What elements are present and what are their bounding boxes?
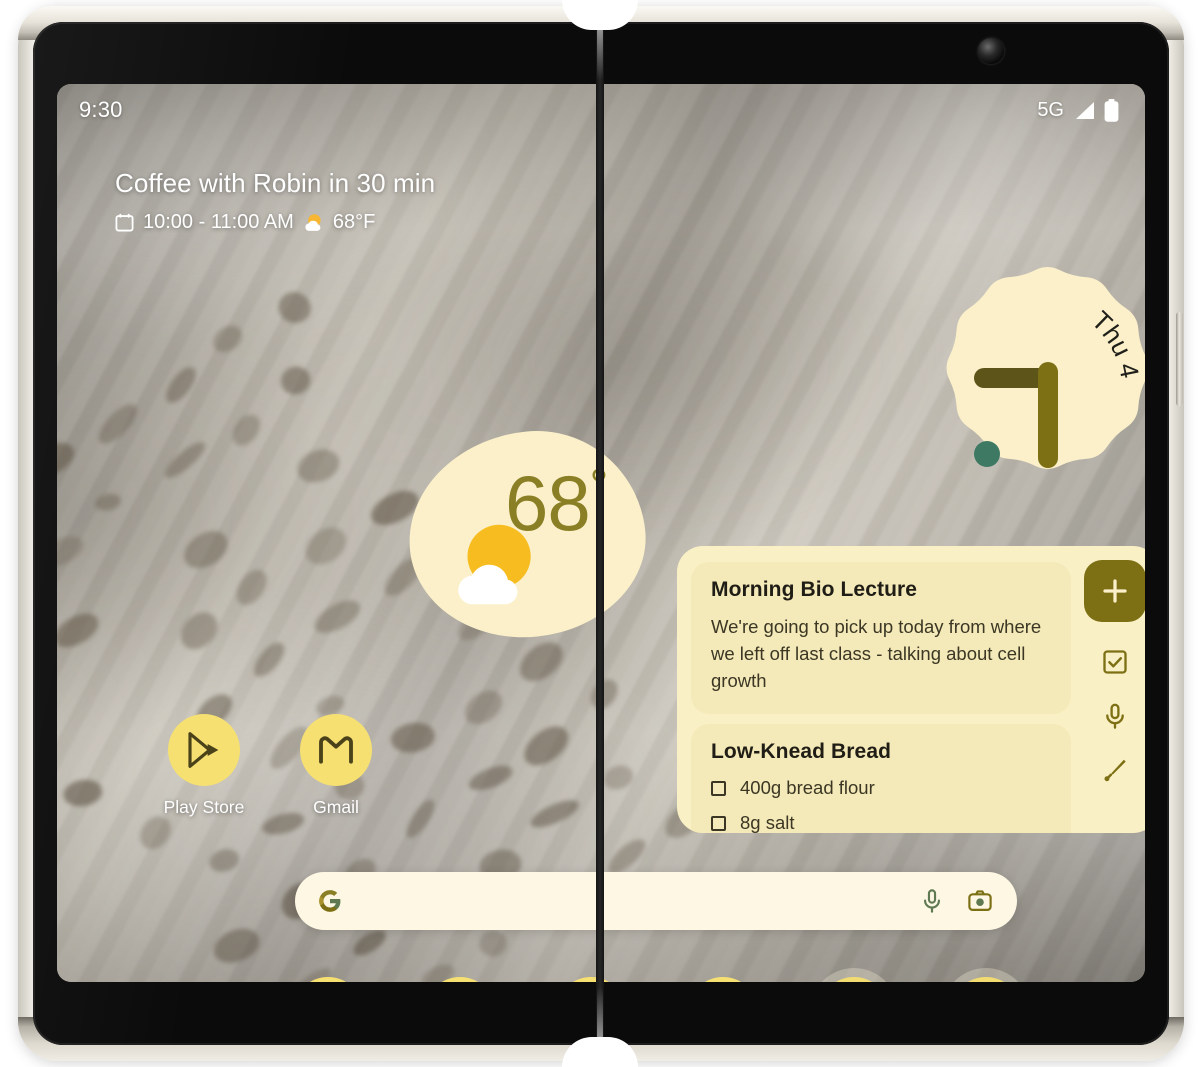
app-icon-background (168, 714, 240, 786)
keep-list-item-label: 8g salt (740, 812, 795, 833)
weather-widget[interactable]: 68° (398, 420, 656, 649)
fold-seam (597, 6, 603, 1061)
keep-note-title: Morning Bio Lecture (711, 578, 918, 601)
glance-temperature: 68°F (332, 211, 376, 233)
keep-list-item[interactable]: 400g bread flour (711, 777, 1051, 799)
keep-list-item[interactable]: 8g salt (711, 812, 1051, 833)
dock-camera[interactable] (687, 977, 758, 982)
keep-list-card[interactable]: Low-Knead Bread 400g bread flour 8g salt (691, 724, 1071, 833)
app-icon-row: Play Store Gmail (149, 714, 391, 818)
sun-cloud-icon (305, 214, 321, 231)
keep-action-rail (1071, 546, 1145, 833)
app-label: Play Store (163, 797, 245, 817)
clock-widget-face: Thu 4 (946, 267, 1145, 469)
battery-full-icon (1104, 98, 1119, 122)
dock-phone[interactable] (293, 977, 363, 982)
checkbox-icon[interactable] (711, 815, 726, 831)
voice-search-icon[interactable] (919, 888, 945, 914)
dock-home[interactable] (950, 977, 1021, 982)
keep-note-card[interactable]: Morning Bio Lecture We're going to pick … (691, 562, 1071, 715)
drawing-note-button[interactable] (1101, 756, 1129, 784)
status-clock: 9:30 (79, 97, 123, 122)
front-camera-icon (978, 38, 1004, 64)
google-lens-icon[interactable] (967, 888, 993, 914)
dock (293, 968, 1021, 982)
clock-second-dot (974, 441, 1000, 467)
google-search-bar[interactable] (295, 872, 1017, 930)
network-type-label: 5G (1037, 98, 1064, 121)
device-root: 9:30 5G Coffee with Robin in 30 min 10:0… (0, 0, 1200, 1067)
clock-widget[interactable]: Thu 4 (936, 262, 1145, 474)
search-input[interactable] (343, 890, 919, 912)
keep-list-item-label: 400g bread flour (740, 777, 875, 799)
checkbox-icon[interactable] (711, 780, 726, 796)
app-play-store[interactable]: Play Store (149, 714, 259, 818)
glance-title: Coffee with Robin in 30 min (115, 168, 436, 198)
keep-list-title: Low-Knead Bread (711, 740, 892, 764)
app-icon-background (300, 714, 372, 786)
keep-notes-widget[interactable]: Morning Bio Lecture We're going to pick … (677, 546, 1145, 833)
at-a-glance-widget[interactable]: Coffee with Robin in 30 min 10:00 - 11:0… (115, 168, 435, 234)
dock-messages[interactable] (424, 977, 495, 982)
app-label: Gmail (313, 797, 359, 817)
new-note-button[interactable] (1084, 560, 1145, 622)
play-store-icon (188, 732, 219, 768)
voice-note-button[interactable] (1101, 702, 1129, 730)
new-list-button[interactable] (1101, 648, 1129, 676)
google-g-icon (319, 890, 341, 912)
keep-note-body: We're going to pick up today from where … (711, 616, 1042, 691)
sun-behind-cloud-icon (458, 524, 531, 605)
dock-chrome[interactable] (556, 977, 627, 982)
dock-maps[interactable] (819, 977, 890, 982)
power-button[interactable] (1176, 312, 1183, 406)
calendar-icon (115, 213, 134, 232)
gmail-icon (319, 736, 353, 764)
signal-bars-icon (1076, 101, 1094, 119)
glance-time-range: 10:00 - 11:00 AM (143, 211, 294, 233)
app-gmail[interactable]: Gmail (281, 714, 391, 818)
plus-icon (1103, 579, 1127, 603)
